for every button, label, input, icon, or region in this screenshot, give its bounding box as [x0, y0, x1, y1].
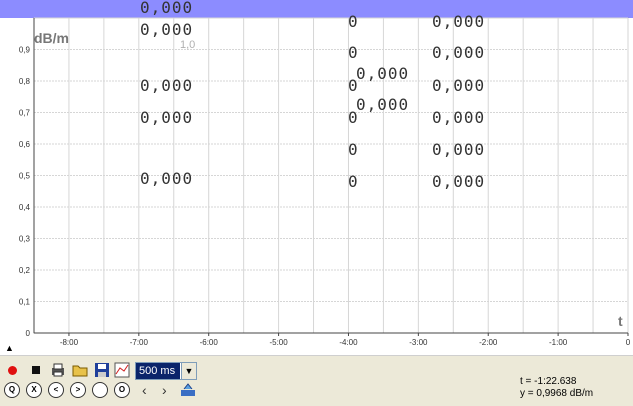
y-tick-label: 0,6 [19, 140, 31, 149]
save-disk-icon[interactable] [94, 362, 110, 378]
stray-reading: 0,000 [432, 43, 486, 62]
y-tick-label: 0,7 [19, 109, 31, 118]
x-tick-label: -7:00 [130, 338, 149, 347]
zoom-right-icon[interactable]: > [70, 382, 86, 398]
stray-reading: 0,000 [432, 108, 486, 127]
zoom-left-icon[interactable]: < [48, 382, 64, 398]
y-tick-label: 0,2 [19, 266, 31, 275]
x-tick-label: -1:00 [549, 338, 568, 347]
open-folder-icon[interactable] [72, 362, 88, 378]
y-tick-label: 0,3 [19, 235, 31, 244]
x-tick-label: -4:00 [339, 338, 358, 347]
cursor-value-readout: y = 0,9968 dB/m [520, 388, 594, 399]
x-axis-label: t [618, 313, 623, 329]
stray-reading: 0,000 [432, 172, 486, 191]
zoom-x-icon[interactable]: X [26, 382, 42, 398]
y-tick-label: 0,5 [19, 172, 31, 181]
cursor-time-readout: t = -1:22.638 [520, 376, 577, 387]
x-tick-label: -8:00 [60, 338, 79, 347]
time-interval-select[interactable]: 500 ms ▼ [135, 362, 197, 380]
y-axis-label: dB/m [34, 30, 69, 46]
stop-icon[interactable] [28, 362, 44, 378]
export-icon[interactable] [180, 382, 196, 398]
y-tick-label: 0,4 [19, 203, 31, 212]
stray-reading: 0,000 [432, 76, 486, 95]
x-tick-label: -2:00 [479, 338, 498, 347]
chevron-down-icon[interactable]: ▼ [181, 363, 196, 379]
zoom-fit-icon[interactable]: O [114, 382, 130, 398]
record-icon[interactable] [4, 362, 20, 378]
x-tick-label: 0 [626, 338, 631, 347]
y-tick-label: 0,1 [19, 298, 31, 307]
y-top-label: 1,0 [180, 39, 195, 51]
stray-reading: 0,000 [432, 12, 486, 31]
x-tick-label: -5:00 [269, 338, 288, 347]
stray-reading: 0 [348, 43, 359, 62]
stray-reading: 0 [348, 172, 359, 191]
chart-plot[interactable]: 0 0,1 0,2 0,3 0,4 0,5 0,6 0,7 0,8 0,9 1,0 -8:00 -7:0… [0, 0, 633, 355]
stray-reading: 0,000 [140, 0, 194, 17]
stray-reading: 0,000 [140, 76, 194, 95]
zoom-cursor-icon[interactable] [92, 382, 108, 398]
y-tick-label: 0,9 [19, 46, 31, 55]
stray-reading: 0 [348, 12, 359, 31]
time-interval-value: 500 ms [136, 363, 180, 379]
stray-reading: 0,000 [140, 108, 194, 127]
stray-reading: 0,000 [140, 169, 194, 188]
settings-chart-icon[interactable] [114, 362, 130, 378]
stray-reading: 0,000 [140, 20, 194, 39]
stray-reading: 0 [348, 140, 359, 159]
print-icon[interactable] [50, 362, 66, 378]
scroll-left-icon[interactable]: ‹ [142, 382, 147, 398]
y-tick-label: 0 [26, 329, 31, 338]
zoom-q-icon[interactable]: Q [4, 382, 20, 398]
x-tick-label: -6:00 [200, 338, 219, 347]
x-tick-label: -3:00 [409, 338, 428, 347]
scroll-up-arrow-icon[interactable]: ▲ [5, 343, 14, 353]
scroll-right-icon[interactable]: › [162, 382, 167, 398]
y-tick-label: 0,8 [19, 77, 31, 86]
stray-reading: 0,000 [356, 64, 410, 83]
stray-reading: 0,000 [356, 95, 410, 114]
stray-reading: 0,000 [432, 140, 486, 159]
